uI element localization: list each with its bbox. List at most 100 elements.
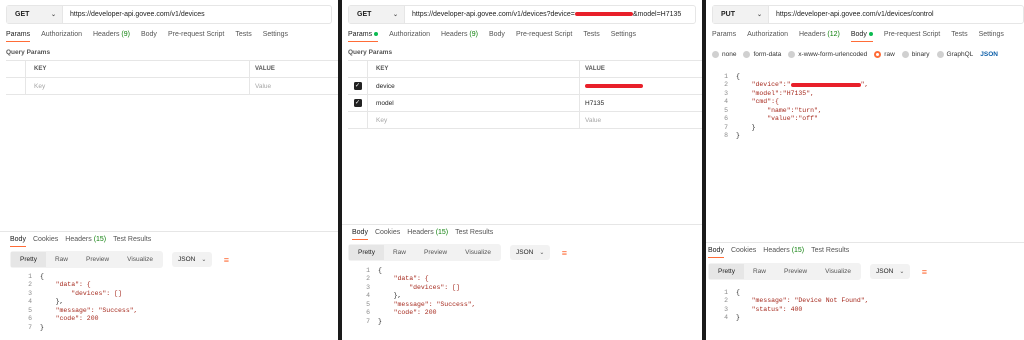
param-key[interactable]: model: [368, 95, 580, 111]
pretty-button[interactable]: Pretty: [349, 245, 384, 260]
format-select[interactable]: JSON ⌄: [510, 245, 551, 260]
response-body-code: 1{2 "message": "Device Not Found", 3 "sta…: [716, 288, 869, 322]
tab-authorization[interactable]: Authorization: [747, 31, 788, 42]
body-format-select[interactable]: JSON: [980, 51, 998, 58]
tab-authorization[interactable]: Authorization: [41, 31, 82, 42]
raw-button[interactable]: Raw: [383, 245, 415, 260]
key-input[interactable]: Key: [26, 78, 250, 94]
key-input[interactable]: Key: [368, 112, 580, 128]
code-line: 2 "device":" ",: [716, 81, 868, 90]
format-select[interactable]: JSON ⌄: [172, 252, 213, 267]
tab-settings[interactable]: Settings: [611, 31, 636, 42]
response-tab-body[interactable]: Body: [10, 236, 26, 247]
tab-headers[interactable]: Headers (9): [441, 31, 478, 42]
code-text: "data": {: [378, 275, 429, 283]
checkbox-column: [348, 61, 368, 77]
response-tab-body[interactable]: Body: [352, 229, 368, 240]
value-input[interactable]: Value: [580, 112, 601, 128]
method-select[interactable]: PUT ⌄: [713, 6, 769, 23]
raw-button[interactable]: Raw: [743, 264, 775, 279]
tab-settings[interactable]: Settings: [979, 31, 1004, 42]
chevron-down-icon: ⌄: [392, 12, 398, 18]
pretty-button[interactable]: Pretty: [11, 252, 46, 267]
response-tab-body[interactable]: Body: [708, 247, 724, 258]
format-select[interactable]: JSON ⌄: [870, 264, 911, 279]
response-tab-test-results[interactable]: Test Results: [455, 229, 493, 240]
radio-raw[interactable]: raw: [874, 51, 895, 58]
line-number: 2: [28, 281, 32, 289]
table-row: ✓ device: [348, 78, 702, 95]
line-number: 1: [28, 272, 32, 280]
tab-settings[interactable]: Settings: [263, 31, 288, 42]
response-body-code: 1{2 "data": {3 "devices": [] 4 }, 5 "messa…: [20, 272, 138, 332]
url-input[interactable]: https://developer-api.govee.com/v1/devic…: [405, 11, 681, 18]
response-tab-cookies[interactable]: Cookies: [375, 229, 400, 240]
radio-binary[interactable]: binary: [901, 51, 930, 58]
response-tab-headers[interactable]: Headers (15): [65, 236, 106, 247]
tab-headers[interactable]: Headers (9): [93, 31, 130, 42]
code-line: 6 "code": 200: [358, 309, 476, 318]
code-text: },: [40, 298, 64, 306]
param-checkbox[interactable]: ✓: [348, 95, 368, 111]
code-text: "message": "Success",: [40, 306, 138, 314]
response-tab-cookies[interactable]: Cookies: [33, 236, 58, 247]
wrap-lines-icon[interactable]: ≡: [917, 265, 931, 279]
method-select[interactable]: GET ⌄: [7, 6, 63, 23]
radio-graphql[interactable]: GraphQL: [936, 51, 973, 58]
response-tab-test-results[interactable]: Test Results: [113, 236, 151, 247]
response-divider: [0, 231, 338, 232]
code-line: 1{: [716, 288, 869, 297]
wrap-lines-icon[interactable]: ≡: [219, 253, 233, 267]
radio-none[interactable]: none: [712, 51, 736, 58]
radio-x-www-form-urlencoded[interactable]: x-www-form-urlencoded: [788, 51, 867, 58]
url-input[interactable]: https://developer-api.govee.com/v1/devic…: [63, 11, 205, 18]
key-header: KEY: [26, 61, 250, 77]
tab-params[interactable]: Params: [6, 31, 31, 42]
tab-tests[interactable]: Tests: [583, 31, 599, 42]
method-label: GET: [15, 11, 30, 18]
param-value[interactable]: [580, 78, 643, 94]
tab-body[interactable]: Body: [489, 31, 505, 42]
preview-button[interactable]: Preview: [415, 245, 457, 260]
method-select[interactable]: GET ⌄: [349, 6, 405, 23]
value-input[interactable]: Value: [250, 78, 271, 94]
preview-button[interactable]: Preview: [775, 264, 817, 279]
visualize-button[interactable]: Visualize: [816, 264, 861, 279]
param-checkbox[interactable]: ✓: [348, 78, 368, 94]
chevron-down-icon: ⌄: [899, 269, 905, 275]
tab-tests[interactable]: Tests: [951, 31, 967, 42]
tab-tests[interactable]: Tests: [235, 31, 251, 42]
line-number: 2: [724, 81, 728, 89]
response-tab-headers[interactable]: Headers (15): [763, 247, 804, 258]
response-tab-test-results[interactable]: Test Results: [811, 247, 849, 258]
request-body-editor[interactable]: 1{2 "device":" ", 3 "model":"H7135", 4 "cmd…: [716, 72, 868, 140]
code-text: }: [736, 123, 756, 131]
code-text: }: [736, 132, 740, 140]
url-input[interactable]: https://developer-api.govee.com/v1/devic…: [769, 11, 934, 18]
preview-button[interactable]: Preview: [77, 252, 119, 267]
tab-pre-request-script[interactable]: Pre-request Script: [516, 31, 572, 42]
code-text: "code": 200: [378, 309, 437, 317]
response-tab-cookies[interactable]: Cookies: [731, 247, 756, 258]
code-line: 2 "data": {: [358, 275, 476, 284]
tab-headers[interactable]: Headers (12): [799, 31, 840, 42]
param-value[interactable]: H7135: [580, 95, 604, 111]
visualize-button[interactable]: Visualize: [118, 252, 163, 267]
line-number: 3: [28, 289, 32, 297]
tab-pre-request-script[interactable]: Pre-request Script: [168, 31, 224, 42]
tab-params[interactable]: Params: [348, 31, 379, 42]
tab-params[interactable]: Params: [712, 31, 736, 42]
pretty-button[interactable]: Pretty: [709, 264, 744, 279]
request-tabs: Params Authorization Headers (9) Body Pr…: [348, 31, 647, 42]
tab-authorization[interactable]: Authorization: [389, 31, 430, 42]
response-tab-headers[interactable]: Headers (15): [407, 229, 448, 240]
raw-button[interactable]: Raw: [45, 252, 77, 267]
param-key[interactable]: device: [368, 78, 580, 94]
wrap-lines-icon[interactable]: ≡: [557, 246, 571, 260]
tab-pre-request-script[interactable]: Pre-request Script: [884, 31, 940, 42]
tab-body[interactable]: Body: [141, 31, 157, 42]
tab-body[interactable]: Body: [850, 31, 873, 42]
visualize-button[interactable]: Visualize: [456, 245, 501, 260]
radio-form-data[interactable]: form-data: [743, 51, 781, 58]
code-text: {: [736, 72, 740, 80]
